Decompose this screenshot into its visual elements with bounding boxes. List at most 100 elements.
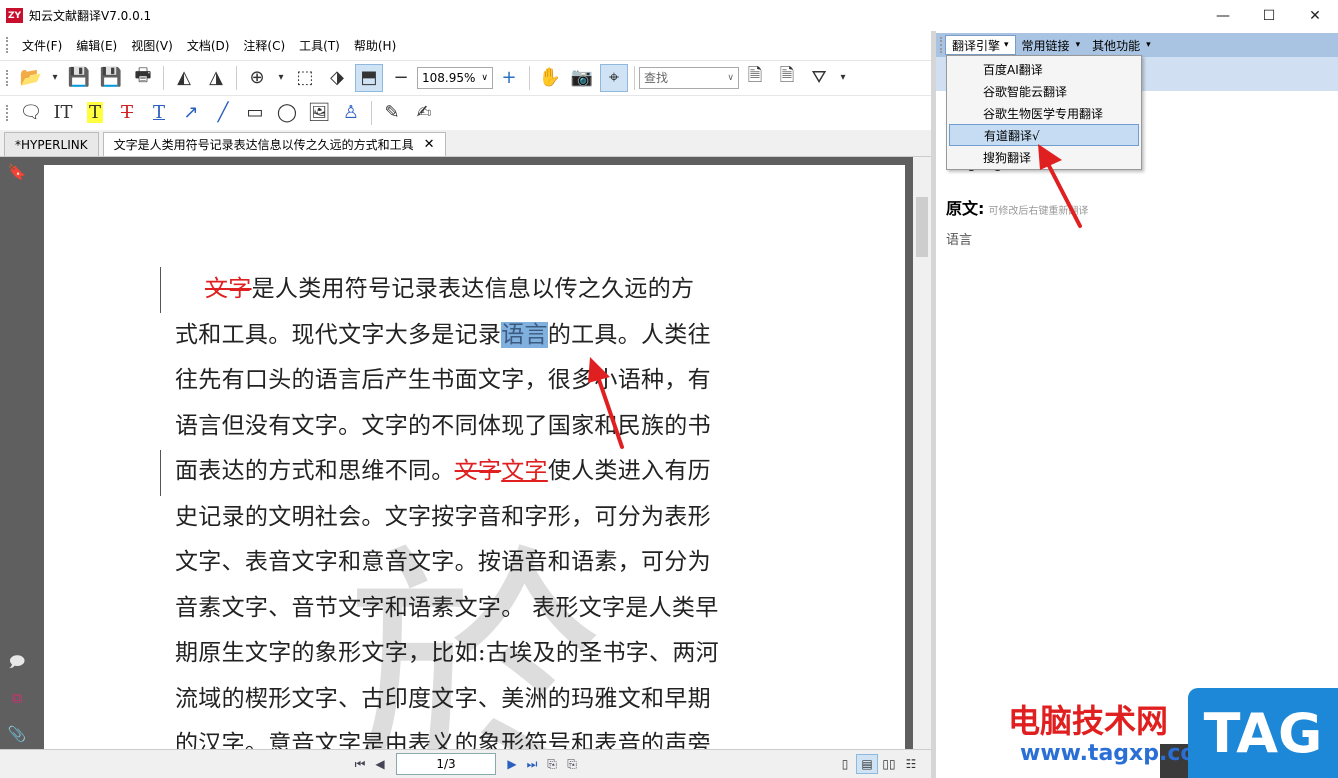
snapshot-button[interactable]: 📷 xyxy=(568,64,596,92)
stamp-tool-button[interactable]: ♙ xyxy=(337,99,365,127)
engine-baidu[interactable]: 百度AI翻译 xyxy=(949,58,1139,80)
edit-button[interactable]: ✎ xyxy=(378,99,406,127)
text-line[interactable]: 面表达的方式和思维不同。文字文字使人类进入有历 xyxy=(175,449,775,495)
prev-page-button[interactable]: ◀ xyxy=(370,754,390,774)
document-text[interactable]: 文字是人类用符号记录表达信息以传之久远的方 式和工具。现代文字大多是记录语言的工具… xyxy=(175,267,775,749)
form-button[interactable]: ✍ xyxy=(410,99,438,127)
vertical-scrollbar[interactable] xyxy=(913,157,931,749)
bookmark-icon[interactable]: 🔖 xyxy=(8,163,27,181)
image-tool-button[interactable]: 🖼 xyxy=(305,99,333,127)
history-forward-button[interactable]: ⎘ xyxy=(562,754,582,774)
menu-edit[interactable]: 编辑(E) xyxy=(69,37,124,54)
menu-help[interactable]: 帮助(H) xyxy=(347,37,403,54)
find-input[interactable]: 查找 ∨ xyxy=(639,66,739,89)
single-page-button[interactable]: ▯ xyxy=(834,754,856,774)
text-line[interactable]: 文字是人类用符号记录表达信息以传之久远的方 xyxy=(175,267,775,313)
original-text[interactable]: 语言 xyxy=(946,229,972,248)
note-button[interactable]: 🗨 xyxy=(17,99,45,127)
text-run[interactable]: 的汉字。意音文字是由表义的象形符号和表音的声旁 xyxy=(175,731,711,749)
underline-annotation[interactable]: 文字 xyxy=(501,458,548,484)
close-button[interactable]: ✕ xyxy=(1292,0,1338,31)
minimize-button[interactable]: — xyxy=(1200,0,1246,31)
attachment-icon[interactable]: 📎 xyxy=(8,725,27,743)
zoom-in-button[interactable]: + xyxy=(495,64,523,92)
translation-engine-menu[interactable]: 翻译引擎 ▾ xyxy=(945,35,1016,55)
links-icon[interactable]: ⧉ xyxy=(8,689,26,707)
menu-comment[interactable]: 注释(C) xyxy=(236,37,292,54)
tab-current-document[interactable]: 文字是人类用符号记录表达信息以传之久远的方式和工具 ✕ xyxy=(102,132,446,156)
history-back-button[interactable]: ⎘ xyxy=(542,754,562,774)
engine-sogou[interactable]: 搜狗翻译 xyxy=(949,146,1139,168)
menu-file[interactable]: 文件(F) xyxy=(15,37,69,54)
fit-width-button[interactable]: ⬗ xyxy=(323,64,351,92)
grip-handle[interactable] xyxy=(6,104,9,121)
find-prev-button[interactable]: 🗎 xyxy=(741,64,769,92)
text-line[interactable]: 音素文字、音节文字和语素文字。 表形文字是人类早 xyxy=(175,586,775,632)
ellipse-tool-button[interactable]: ◯ xyxy=(273,99,301,127)
text-run[interactable]: 史记录的文明社会。文字按字音和字形，可分为表形 xyxy=(175,504,711,530)
text-line[interactable]: 往先有口头的语言后产生书面文字，很多小语种，有 xyxy=(175,358,775,404)
tab-hyperlink[interactable]: *HYPERLINK xyxy=(4,132,99,156)
print-button[interactable]: 🖶 xyxy=(129,64,157,92)
filter-dropdown[interactable]: ▾ xyxy=(837,64,849,92)
hand-tool-button[interactable]: ✋ xyxy=(536,64,564,92)
text-select-button[interactable]: IT xyxy=(49,99,77,127)
two-page-continuous-button[interactable]: ☷ xyxy=(900,754,922,774)
text-run[interactable]: 往先有口头的语言后产生书面文字，很多小语种，有 xyxy=(175,367,711,393)
text-run[interactable]: 音素文字、音节文字和语素文字。 表形文字是人类早 xyxy=(175,595,719,621)
strikeout-annotation[interactable]: 文字 xyxy=(455,458,502,484)
other-functions-menu[interactable]: 其他功能 ▾ xyxy=(1086,35,1157,55)
strikeout-button[interactable]: T xyxy=(113,99,141,127)
text-line[interactable]: 史记录的文明社会。文字按字音和字形，可分为表形 xyxy=(175,495,775,541)
text-line[interactable]: 语言但没有文字。文字的不同体现了国家和民族的书 xyxy=(175,404,775,450)
menu-tools[interactable]: 工具(T) xyxy=(292,37,347,54)
save-button[interactable]: 💾 xyxy=(65,64,93,92)
text-run[interactable]: 式和工具。现代文字大多是记录 xyxy=(175,322,501,348)
pdf-page[interactable]: 於 文字是人类用符号记录表达信息以传之久远的方 式和工具。现代文字大多是记录语言的… xyxy=(44,165,905,749)
text-line[interactable]: 式和工具。现代文字大多是记录语言的工具。人类往 xyxy=(175,313,775,359)
zoom-out-button[interactable]: − xyxy=(387,64,415,92)
line-tool-button[interactable]: ╱ xyxy=(209,99,237,127)
text-line[interactable]: 期原生文字的象形文字，比如:古埃及的圣书字、两河 xyxy=(175,631,775,677)
two-page-button[interactable]: ▯▯ xyxy=(878,754,900,774)
rotate-right-button[interactable]: ◮ xyxy=(202,64,230,92)
rotate-left-button[interactable]: ◭ xyxy=(170,64,198,92)
text-line[interactable]: 的汉字。意音文字是由表义的象形符号和表音的声旁 xyxy=(175,722,775,749)
continuous-button[interactable]: ▤ xyxy=(856,754,878,774)
text-run[interactable]: 使人类进入有历 xyxy=(548,458,711,484)
last-page-button[interactable]: ⏭ xyxy=(522,754,542,774)
text-line[interactable]: 文字、表音文字和意音文字。按语音和语素，可分为 xyxy=(175,540,775,586)
engine-youdao[interactable]: 有道翻译√ xyxy=(949,124,1139,146)
select-tool-button[interactable]: ⌖ xyxy=(600,63,628,92)
arrow-tool-button[interactable]: ↗ xyxy=(177,99,205,127)
zoom-select[interactable]: 108.95% ∨ xyxy=(417,66,493,89)
find-next-button[interactable]: 🗎 xyxy=(773,64,801,92)
text-run[interactable]: 流域的楔形文字、古印度文字、美洲的玛雅文和早期 xyxy=(175,686,711,712)
next-page-button[interactable]: ▶ xyxy=(502,754,522,774)
text-run[interactable]: 面表达的方式和思维不同。 xyxy=(175,458,455,484)
grip-handle[interactable] xyxy=(6,37,9,53)
zoom-dropdown[interactable]: ▾ xyxy=(275,64,287,92)
grip-handle[interactable] xyxy=(6,69,9,86)
open-dropdown[interactable]: ▾ xyxy=(49,64,61,92)
filter-button[interactable]: ⛛ xyxy=(805,64,833,92)
open-button[interactable]: 📂 xyxy=(17,64,45,92)
maximize-button[interactable]: ☐ xyxy=(1246,0,1292,31)
text-run[interactable]: 期原生文字的象形文字，比如:古埃及的圣书字、两河 xyxy=(175,640,719,666)
rectangle-tool-button[interactable]: ▭ xyxy=(241,99,269,127)
first-page-button[interactable]: ⏮ xyxy=(350,754,370,774)
page-number-input[interactable]: 1/3 xyxy=(396,753,496,775)
actual-size-button[interactable]: ⬒ xyxy=(355,63,383,92)
fit-page-button[interactable]: ⬚ xyxy=(291,64,319,92)
save-as-button[interactable]: 💾 xyxy=(97,64,125,92)
highlight-button[interactable]: T xyxy=(81,99,109,127)
menu-view[interactable]: 视图(V) xyxy=(124,37,180,54)
engine-google-cloud[interactable]: 谷歌智能云翻译 xyxy=(949,80,1139,102)
text-line[interactable]: 流域的楔形文字、古印度文字、美洲的玛雅文和早期 xyxy=(175,677,775,723)
selected-text[interactable]: 语言 xyxy=(501,321,548,348)
grip-handle[interactable] xyxy=(940,37,943,53)
text-run[interactable]: 语言但没有文字。文字的不同体现了国家和民族的书 xyxy=(175,413,711,439)
common-links-menu[interactable]: 常用链接 ▾ xyxy=(1016,35,1087,55)
comments-icon[interactable]: 🗩 xyxy=(8,653,26,673)
engine-google-biomed[interactable]: 谷歌生物医学专用翻译 xyxy=(949,102,1139,124)
